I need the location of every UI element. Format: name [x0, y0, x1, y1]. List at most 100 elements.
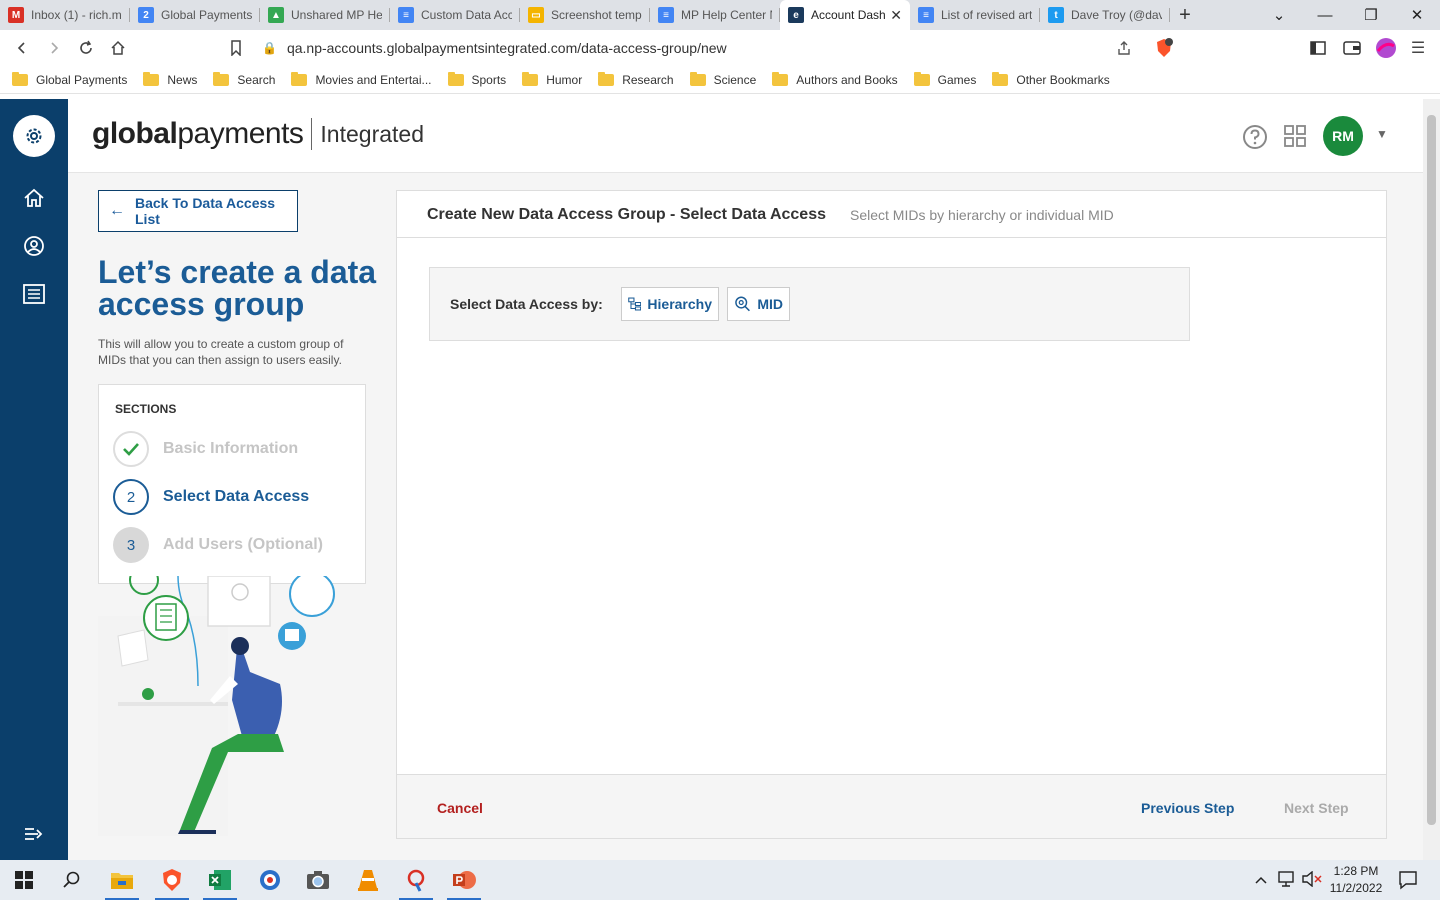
address-bar[interactable]: 🔒 qa.np-accounts.globalpaymentsintegrate…	[262, 35, 1142, 61]
bookmark-item[interactable]: Games	[913, 71, 976, 87]
clock-time: 1:28 PM	[1333, 864, 1379, 878]
page-scrollbar[interactable]	[1423, 99, 1440, 860]
scrollbar-thumb[interactable]	[1427, 115, 1436, 825]
volume-muted-icon[interactable]	[1302, 870, 1322, 892]
back-button-label: Back To Data Access List	[135, 195, 276, 227]
bookmark-item[interactable]: Research	[598, 71, 674, 87]
reload-icon[interactable]	[70, 32, 102, 64]
gear-icon[interactable]	[13, 115, 55, 157]
apps-grid-icon[interactable]	[1284, 125, 1306, 152]
home-icon[interactable]	[102, 32, 134, 64]
forward-arrow-icon[interactable]	[38, 32, 70, 64]
browser-tab[interactable]: 2 Global Payments	[130, 0, 260, 30]
cancel-button[interactable]: Cancel	[437, 800, 483, 816]
system-clock[interactable]: 1:28 PM 11/2/2022	[1322, 863, 1390, 897]
help-icon[interactable]	[1242, 124, 1268, 155]
folder-icon	[772, 71, 789, 86]
browser-tab-strip: M Inbox (1) - rich.m 2 Global Payments ▲ Unsh…	[0, 0, 1440, 30]
windows-start-icon[interactable]	[3, 864, 45, 896]
menu-icon[interactable]: ☰	[1402, 32, 1434, 64]
minimize-button[interactable]: —	[1302, 0, 1348, 30]
vlc-icon[interactable]	[347, 864, 389, 896]
brave-browser-icon[interactable]	[151, 864, 193, 900]
browser-tab[interactable]: ≡ List of revised art	[910, 0, 1040, 30]
paint-tool-icon[interactable]	[395, 864, 437, 900]
logo-regular-text: payments	[177, 117, 304, 150]
windows-taskbar: 1:28 PM 11/2/2022	[0, 860, 1440, 900]
sections-title: SECTIONS	[115, 402, 177, 416]
bookmark-item[interactable]: Other Bookmarks	[992, 71, 1110, 87]
new-tab-button[interactable]: +	[1170, 4, 1200, 27]
logo-bold-text: global	[92, 117, 178, 150]
bookmark-icon[interactable]	[220, 32, 252, 64]
tab-close-icon[interactable]: ✕	[890, 7, 902, 24]
chevron-up-icon[interactable]	[1254, 872, 1268, 890]
tab-favicon-icon: 2	[138, 7, 154, 23]
hierarchy-button[interactable]: Hierarchy	[621, 287, 719, 321]
tab-favicon-icon: ≡	[658, 7, 674, 23]
user-avatar[interactable]: RM	[1323, 116, 1363, 156]
folder-icon	[12, 71, 28, 86]
step-add-users[interactable]: 3 Add Users (Optional)	[113, 527, 323, 563]
bookmark-label: Movies and Entertai...	[315, 72, 432, 87]
globalpayments-logo: globalpayments Integrated	[92, 117, 424, 151]
bookmark-item[interactable]: Global Payments	[12, 71, 127, 87]
bookmark-item[interactable]: Movies and Entertai...	[291, 71, 432, 87]
globe-app-icon[interactable]	[249, 864, 291, 896]
folder-icon	[913, 71, 930, 86]
browser-tab[interactable]: ▭ Screenshot temp	[520, 0, 650, 30]
network-icon[interactable]	[1278, 871, 1296, 892]
bookmark-label: Humor	[546, 72, 583, 87]
search-icon[interactable]	[51, 864, 93, 896]
panel-footer: Cancel Previous Step Next Step	[397, 774, 1386, 838]
sidebar-toggle-icon[interactable]	[1302, 32, 1334, 64]
browser-tab[interactable]: M Inbox (1) - rich.m	[0, 0, 130, 30]
file-explorer-icon[interactable]	[101, 864, 143, 900]
back-arrow-icon[interactable]	[6, 32, 38, 64]
user-circle-icon[interactable]	[20, 232, 48, 260]
bookmark-item[interactable]: News	[143, 71, 197, 87]
bookmark-item[interactable]: Humor	[522, 71, 583, 87]
bookmark-label: Research	[622, 72, 674, 87]
browser-tab[interactable]: ≡ Custom Data Acc	[390, 0, 520, 30]
excel-icon[interactable]	[199, 864, 241, 900]
camera-icon[interactable]	[297, 864, 339, 896]
folder-icon	[522, 71, 539, 86]
previous-step-button[interactable]: Previous Step	[1141, 800, 1234, 816]
browser-tab[interactable]: ≡ MP Help Center N	[650, 0, 780, 30]
wallet-icon[interactable]	[1336, 32, 1368, 64]
clock-date: 11/2/2022	[1329, 881, 1383, 895]
list-icon[interactable]	[20, 280, 48, 308]
browser-tab[interactable]: t Dave Troy (@dav	[1040, 0, 1170, 30]
arrow-left-icon: ←	[109, 202, 125, 219]
expand-sidebar-icon[interactable]	[20, 820, 48, 848]
bookmarks-bar: Global Payments News Search Movies and Ente…	[0, 66, 1440, 94]
chevron-down-icon[interactable]: ▼	[1376, 127, 1388, 141]
browser-tab[interactable]: e Account Dash ✕	[780, 0, 910, 30]
step-select-data-access[interactable]: 2 Select Data Access	[113, 479, 309, 515]
page-title: Let’s create a data access group	[98, 254, 377, 322]
bookmark-label: Authors and Books	[796, 72, 898, 87]
share-icon[interactable]	[1108, 32, 1140, 64]
mid-button[interactable]: MID	[727, 287, 790, 321]
brave-shield-icon[interactable]	[1148, 32, 1180, 64]
step-basic-information[interactable]: Basic Information	[113, 431, 298, 467]
bookmark-item[interactable]: Sports	[447, 71, 506, 87]
bookmark-item[interactable]: Search	[213, 71, 275, 87]
next-step-button[interactable]: Next Step	[1284, 800, 1349, 816]
powerpoint-icon[interactable]	[443, 864, 485, 900]
profile-icon[interactable]	[1370, 32, 1402, 64]
bookmark-item[interactable]: Authors and Books	[772, 71, 898, 87]
tab-label: Account Dash	[811, 8, 886, 22]
tab-search-icon[interactable]: ⌄	[1256, 0, 1302, 30]
bookmark-item[interactable]: Science	[689, 71, 756, 87]
notification-icon[interactable]	[1398, 870, 1418, 895]
tab-favicon-icon: ≡	[918, 7, 934, 23]
close-window-button[interactable]: ✕	[1394, 0, 1440, 30]
maximize-button[interactable]: ❐	[1348, 0, 1394, 30]
app-sidebar	[0, 99, 68, 860]
back-to-list-button[interactable]: ← Back To Data Access List	[98, 190, 298, 232]
home-nav-icon[interactable]	[20, 184, 48, 212]
browser-tab[interactable]: ▲ Unshared MP Hel	[260, 0, 390, 30]
tab-label: Unshared MP Hel	[291, 8, 382, 22]
